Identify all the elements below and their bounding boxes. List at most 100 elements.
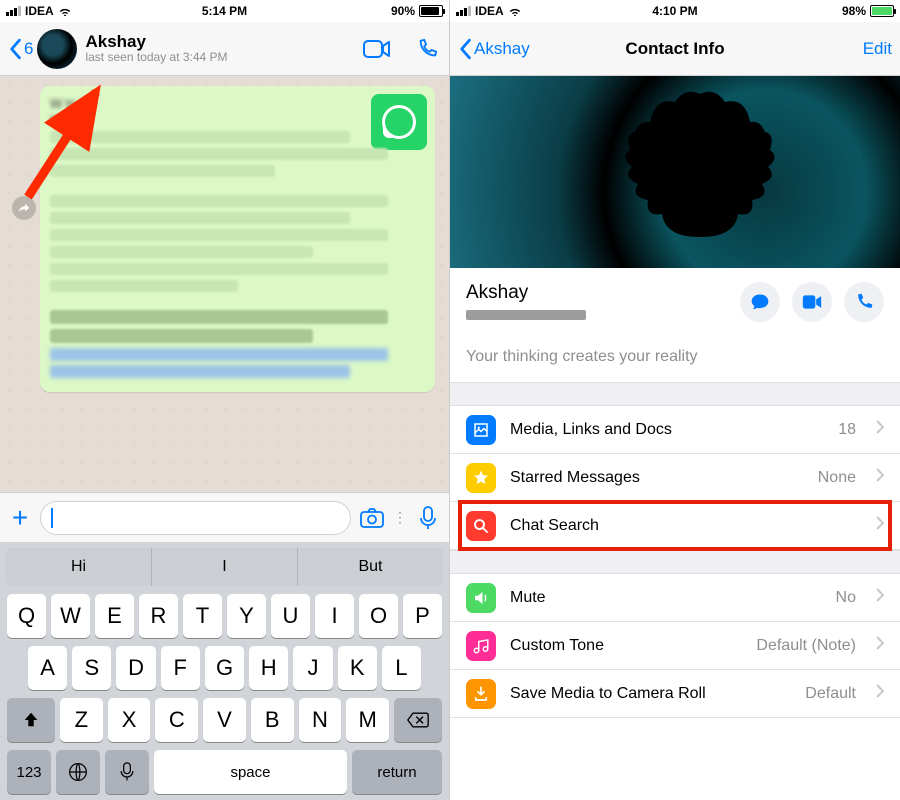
cell-label: Chat Search	[510, 517, 856, 535]
contact-header[interactable]: Akshay last seen today at 3:44 PM	[37, 29, 363, 69]
about-text: Your thinking creates your reality	[450, 336, 900, 382]
call-button[interactable]	[844, 282, 884, 322]
suggestion[interactable]: Hi	[6, 548, 152, 586]
section-separator	[450, 550, 900, 574]
photo-icon	[466, 415, 496, 445]
contact-navbar: Akshay Contact Info Edit	[450, 22, 900, 76]
key[interactable]: W	[51, 594, 90, 638]
signal-icon	[6, 6, 21, 16]
key[interactable]: N	[299, 698, 342, 742]
mic-icon[interactable]	[415, 505, 441, 531]
suggestion[interactable]: But	[298, 548, 443, 586]
chat-navbar: 6 Akshay last seen today at 3:44 PM	[0, 22, 449, 76]
cell-custom-tone[interactable]: Custom Tone Default (Note)	[450, 622, 900, 670]
voice-call-icon[interactable]	[413, 38, 441, 60]
key[interactable]: B	[251, 698, 294, 742]
key[interactable]: D	[116, 646, 155, 690]
music-icon	[466, 631, 496, 661]
chevron-right-icon	[876, 636, 884, 655]
edit-button[interactable]: Edit	[863, 39, 892, 59]
key[interactable]: A	[28, 646, 67, 690]
key[interactable]: E	[95, 594, 134, 638]
globe-key[interactable]	[56, 750, 100, 794]
speaker-icon	[466, 583, 496, 613]
clock: 4:10 PM	[652, 4, 697, 18]
cell-value: 18	[838, 421, 856, 439]
message-bubble[interactable]: W ts mess	[40, 86, 435, 392]
suggestion-bar: Hi I But	[6, 548, 443, 586]
key[interactable]: I	[315, 594, 354, 638]
cell-mute[interactable]: Mute No	[450, 574, 900, 622]
message-button[interactable]	[740, 282, 780, 322]
carrier-label: IDEA	[25, 4, 54, 18]
cell-save-media[interactable]: Save Media to Camera Roll Default	[450, 670, 900, 718]
signal-icon	[456, 6, 471, 16]
cell-starred[interactable]: Starred Messages None	[450, 454, 900, 502]
keyboard: Hi I But QWERTYUIOP ASDFGHJKL ZXCVBNM 12…	[0, 542, 449, 800]
text-cursor	[51, 508, 53, 528]
contact-name: Akshay	[466, 282, 586, 304]
shift-key[interactable]	[7, 698, 55, 742]
key-row-2: ASDFGHJKL	[4, 646, 445, 690]
numeric-key[interactable]: 123	[7, 750, 51, 794]
key[interactable]: P	[403, 594, 442, 638]
key[interactable]: Q	[7, 594, 46, 638]
key[interactable]: L	[382, 646, 421, 690]
contact-hero-image[interactable]	[450, 76, 900, 268]
chevron-left-icon	[458, 38, 472, 60]
key[interactable]: U	[271, 594, 310, 638]
key[interactable]: H	[249, 646, 288, 690]
forward-icon[interactable]	[12, 196, 36, 220]
battery-percent: 90%	[391, 4, 415, 18]
statusbar: IDEA 5:14 PM 90%	[0, 0, 449, 22]
cell-value: None	[818, 469, 856, 487]
cell-value: No	[836, 589, 856, 607]
space-key[interactable]: space	[154, 750, 347, 794]
video-call-icon[interactable]	[363, 38, 391, 60]
cell-media[interactable]: Media, Links and Docs 18	[450, 406, 900, 454]
key[interactable]: T	[183, 594, 222, 638]
cell-value: Default (Note)	[756, 637, 856, 655]
contact-header: Akshay	[450, 268, 900, 336]
key[interactable]: G	[205, 646, 244, 690]
back-button[interactable]: 6	[8, 38, 33, 60]
dictation-key[interactable]	[105, 750, 149, 794]
return-key[interactable]: return	[352, 750, 442, 794]
chat-body[interactable]: W ts mess	[0, 76, 449, 492]
key[interactable]: C	[155, 698, 198, 742]
contact-info-screen: IDEA 4:10 PM 98% Akshay Contact Info Edi…	[450, 0, 900, 800]
chevron-left-icon	[8, 38, 22, 60]
key-row-3: ZXCVBNM	[4, 698, 445, 742]
camera-icon[interactable]	[359, 505, 385, 531]
delete-key[interactable]	[394, 698, 442, 742]
cell-chat-search[interactable]: Chat Search	[450, 502, 900, 550]
key[interactable]: K	[338, 646, 377, 690]
key[interactable]: F	[161, 646, 200, 690]
key[interactable]: X	[108, 698, 151, 742]
suggestion[interactable]: I	[152, 548, 298, 586]
cell-label: Starred Messages	[510, 469, 804, 487]
profile-silhouette	[560, 76, 790, 268]
back-label: Akshay	[474, 39, 530, 59]
video-button[interactable]	[792, 282, 832, 322]
attach-button[interactable]: +	[8, 502, 32, 534]
battery-icon	[419, 5, 443, 17]
chevron-right-icon	[876, 588, 884, 607]
key-row-1: QWERTYUIOP	[4, 594, 445, 638]
cell-label: Custom Tone	[510, 637, 742, 655]
message-input-bar: + ⋮	[0, 492, 449, 542]
key[interactable]: M	[346, 698, 389, 742]
back-button[interactable]: Akshay	[458, 38, 530, 60]
key[interactable]: S	[72, 646, 111, 690]
key[interactable]: R	[139, 594, 178, 638]
key[interactable]: J	[293, 646, 332, 690]
key[interactable]: Z	[60, 698, 103, 742]
key[interactable]: V	[203, 698, 246, 742]
message-input[interactable]	[40, 501, 351, 535]
chevron-right-icon	[876, 468, 884, 487]
key[interactable]: O	[359, 594, 398, 638]
section-separator	[450, 382, 900, 406]
star-icon	[466, 463, 496, 493]
clock: 5:14 PM	[202, 4, 247, 18]
key[interactable]: Y	[227, 594, 266, 638]
